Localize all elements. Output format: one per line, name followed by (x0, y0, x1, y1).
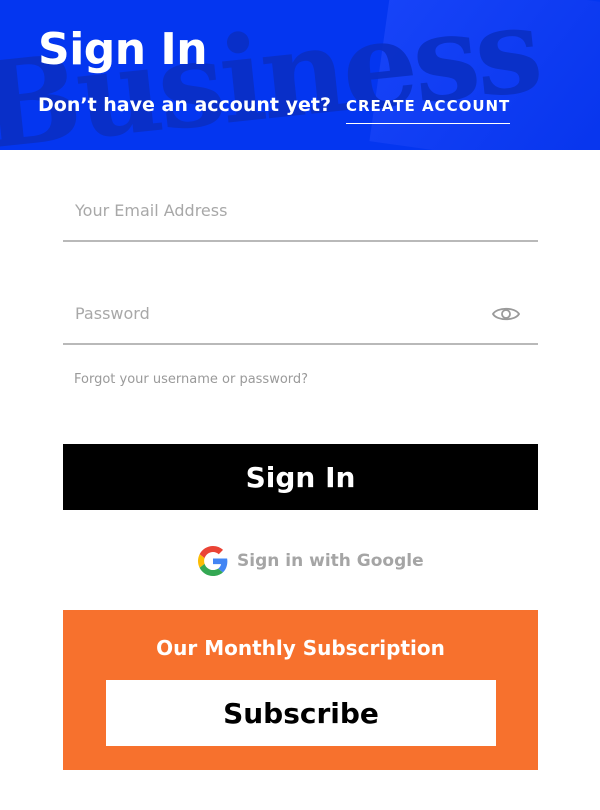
signin-header: Business Sign In Don’t have an account y… (0, 0, 600, 150)
subscription-title: Our Monthly Subscription (156, 636, 445, 660)
subscription-panel: Our Monthly Subscription Subscribe (63, 610, 538, 770)
google-signin-label: Sign in with Google (237, 551, 424, 571)
subscribe-button[interactable]: Subscribe (106, 680, 496, 746)
eye-icon[interactable] (492, 305, 520, 323)
create-account-row: Don’t have an account yet? CREATE ACCOUN… (38, 94, 511, 124)
signin-button[interactable]: Sign In (63, 444, 538, 510)
email-field-wrapper (63, 180, 538, 242)
forgot-password-link[interactable]: Forgot your username or password? (74, 372, 308, 387)
no-account-prompt: Don’t have an account yet? (38, 94, 331, 116)
page-title: Sign In (38, 24, 208, 75)
password-field-wrapper (63, 283, 538, 345)
email-field[interactable] (63, 180, 538, 240)
google-signin-button[interactable]: Sign in with Google (198, 546, 424, 576)
create-account-link[interactable]: CREATE ACCOUNT (346, 97, 511, 124)
password-field[interactable] (63, 283, 538, 343)
google-icon (198, 546, 228, 576)
